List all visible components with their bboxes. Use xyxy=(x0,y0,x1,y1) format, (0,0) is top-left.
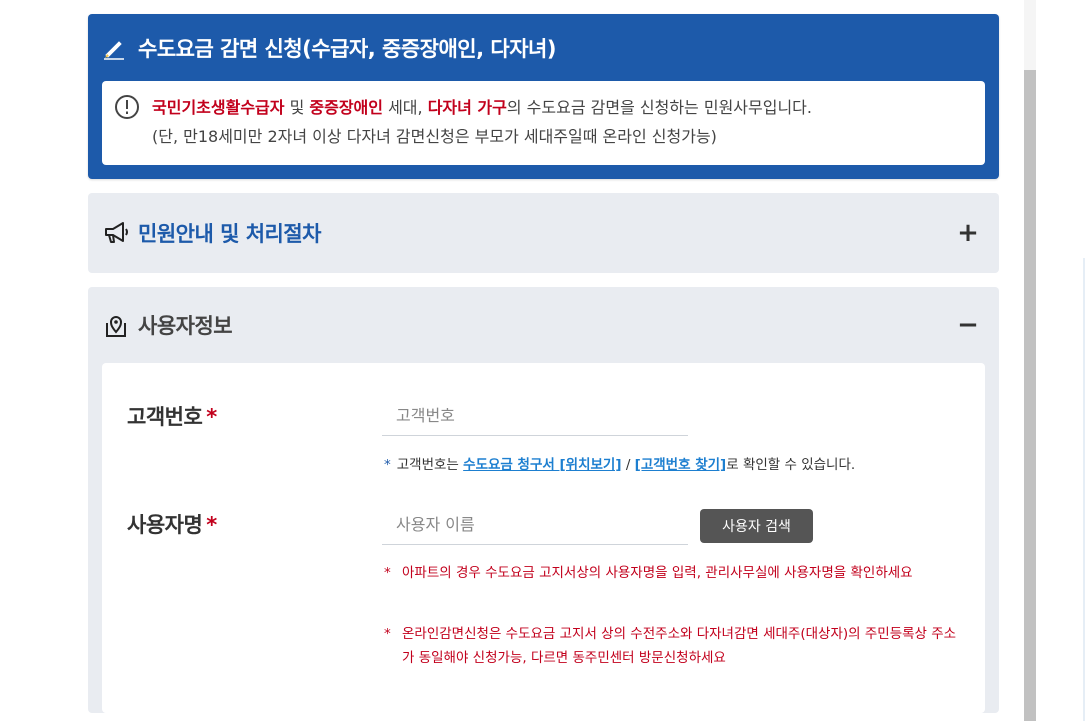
info-connector: 및 xyxy=(284,98,310,117)
service-info-text: 국민기초생활수급자 및 중증장애인 세대, 다자녀 가구의 수도요금 감면을 신… xyxy=(152,93,812,151)
target-disabled: 중증장애인 xyxy=(309,98,383,117)
user-search-button[interactable]: 사용자 검색 xyxy=(700,509,813,543)
expand-plus-icon[interactable]: + xyxy=(953,218,983,248)
apartment-user-note-text: 아파트의 경우 수도요금 고지서상의 사용자명을 입력, 관리사무실에 사용자명… xyxy=(402,565,913,581)
user-name-label: 사용자명 * xyxy=(127,509,217,539)
customer-number-input[interactable] xyxy=(382,396,688,436)
guide-accordion: 민원안내 및 처리절차 + xyxy=(88,193,999,273)
hint-star: * xyxy=(384,457,391,473)
info-connector-2: 세대, xyxy=(383,98,428,117)
collapse-minus-icon[interactable]: − xyxy=(953,310,983,340)
user-info-accordion-title: 사용자정보 xyxy=(138,314,233,338)
customer-number-hint: * 고객번호는 수도요금 청구서 [위치보기] / [고객번호 찾기]로 확인할 … xyxy=(384,453,855,477)
exclamation-circle-icon xyxy=(115,95,139,119)
service-info-line1: 국민기초생활수급자 및 중증장애인 세대, 다자녀 가구의 수도요금 감면을 신… xyxy=(152,93,812,122)
target-multichild: 다자녀 가구 xyxy=(427,98,507,117)
online-application-note-text: 온라인감면신청은 수도요금 고지서 상의 수전주소와 다자녀감면 세대주(대상자… xyxy=(402,626,957,666)
page-title: 수도요금 감면 신청(수급자, 중증장애인, 다자녀) xyxy=(138,36,556,61)
customer-number-label-text: 고객번호 xyxy=(127,405,203,429)
required-mark-2: * xyxy=(206,513,217,537)
megaphone-icon xyxy=(105,222,128,243)
user-info-accordion: 사용자정보 − 고객번호* *고객번호는 수도요금 청구서 [위치보기] / [… xyxy=(88,287,999,713)
hint-prefix: 고객번호는 xyxy=(396,457,464,473)
scrollbar-thumb[interactable] xyxy=(1024,70,1036,721)
service-info-box: 국민기초생활수급자 및 중증장애인 세대, 다자녀 가구의 수도요금 감면을 신… xyxy=(102,81,985,165)
online-application-note: * 온라인감면신청은 수도요금 고지서 상의 수전주소와 다자녀감면 세대주(대상… xyxy=(384,622,964,670)
note-star-2: * xyxy=(384,626,391,642)
service-info-line2: (단, 만18세미만 2자녀 이상 다자녀 감면신청은 부모가 세대주일때 온라… xyxy=(152,127,717,146)
guide-accordion-title: 민원안내 및 처리절차 xyxy=(138,222,322,246)
user-name-label-text: 사용자명 xyxy=(127,513,203,537)
hint-separator: / xyxy=(621,457,635,473)
user-info-accordion-header[interactable]: 사용자정보 − xyxy=(88,287,999,363)
hint-suffix: 로 확인할 수 있습니다. xyxy=(726,457,856,473)
customer-number-label: 고객번호 * xyxy=(127,401,217,431)
info-description: 의 수도요금 감면을 신청하는 민원사무입니다. xyxy=(506,98,812,117)
page-container: 수도요금 감면 신청(수급자, 중증장애인, 다자녀) 국민기초생활수급자 및 … xyxy=(88,14,999,713)
user-name-input[interactable] xyxy=(382,505,688,545)
required-mark: * xyxy=(206,405,217,429)
page-edge-divider xyxy=(1083,258,1085,721)
guide-accordion-header[interactable]: 민원안내 및 처리절차 + xyxy=(88,193,999,273)
bill-location-link[interactable]: 수도요금 청구서 [위치보기] xyxy=(463,457,621,473)
note-star-1: * xyxy=(384,565,391,581)
pencil-icon xyxy=(104,40,124,60)
apartment-user-note: * 아파트의 경우 수도요금 고지서상의 사용자명을 입력, 관리사무실에 사용자… xyxy=(384,561,964,585)
user-info-form: 고객번호* *고객번호는 수도요금 청구서 [위치보기] / [고객번호 찾기]… xyxy=(102,363,985,713)
find-customer-number-link[interactable]: [고객번호 찾기] xyxy=(635,457,727,473)
service-header-card: 수도요금 감면 신청(수급자, 중증장애인, 다자녀) 국민기초생활수급자 및 … xyxy=(88,14,999,179)
location-pin-icon xyxy=(106,316,126,337)
service-title-bar: 수도요금 감면 신청(수급자, 중증장애인, 다자녀) xyxy=(102,14,985,81)
target-recipients: 국민기초생활수급자 xyxy=(152,98,285,117)
